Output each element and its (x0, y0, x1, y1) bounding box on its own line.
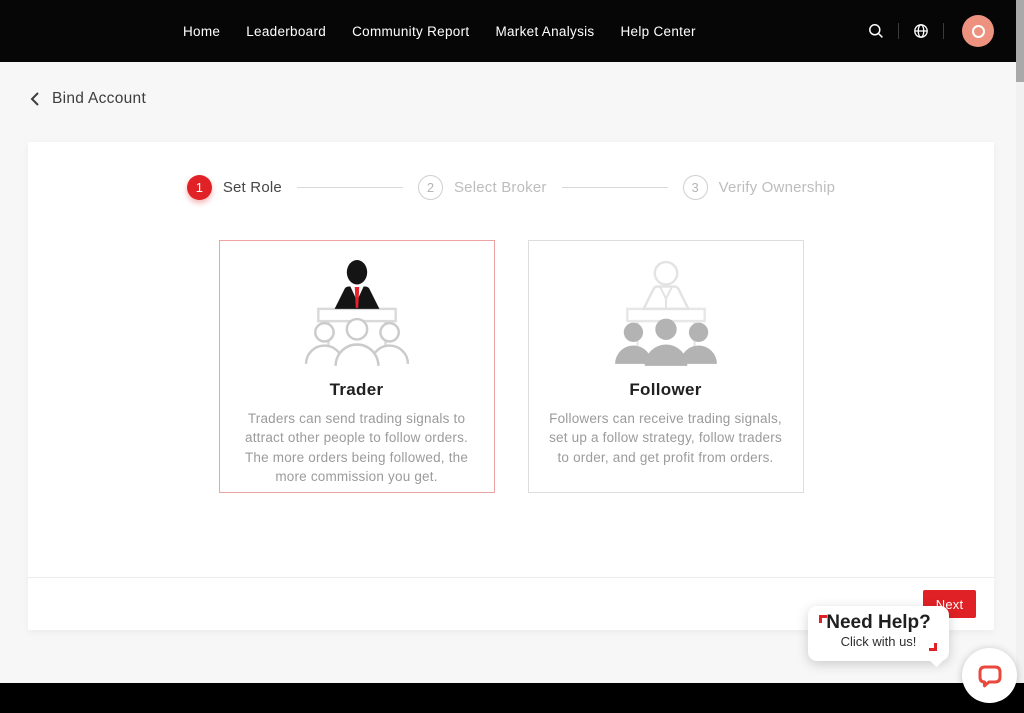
step-2-label: Select Broker (454, 179, 547, 196)
help-title: Need Help? (808, 612, 949, 634)
step-1-label: Set Role (223, 179, 282, 196)
search-icon[interactable] (864, 19, 888, 43)
step-1-circle: 1 (187, 175, 212, 200)
help-subtitle: Click with us! (808, 634, 949, 649)
follower-audience-icon (606, 258, 726, 372)
nav-item-help-center[interactable]: Help Center (620, 24, 695, 39)
back-breadcrumb[interactable]: Bind Account (30, 90, 146, 108)
step-2-circle: 2 (418, 175, 443, 200)
step-verify-ownership: 3 Verify Ownership (683, 175, 836, 200)
role-desc-trader: Traders can send trading signals to attr… (238, 409, 476, 487)
card-footer-divider (28, 577, 994, 578)
user-avatar[interactable] (962, 15, 994, 47)
corner-bracket-icon (819, 615, 827, 623)
nav-item-home[interactable]: Home (183, 24, 220, 39)
role-card-follower[interactable]: Follower Followers can receive trading s… (528, 240, 804, 493)
topbar-right-controls (864, 15, 994, 47)
scrollbar-track[interactable] (1016, 0, 1024, 683)
nav-item-market-analysis[interactable]: Market Analysis (495, 24, 594, 39)
step-connector (562, 187, 668, 188)
corner-bracket-icon (929, 643, 937, 651)
page-title: Bind Account (52, 90, 146, 108)
nav-item-community-report[interactable]: Community Report (352, 24, 469, 39)
role-card-trader[interactable]: Trader Traders can send trading signals … (219, 240, 495, 493)
main-nav: Home Leaderboard Community Report Market… (183, 24, 696, 39)
divider (898, 23, 899, 39)
stepper: 1 Set Role 2 Select Broker 3 Verify Owne… (28, 175, 994, 200)
trader-podium-icon (297, 258, 417, 372)
divider (943, 23, 944, 39)
top-nav-bar: Home Leaderboard Community Report Market… (0, 0, 1016, 62)
role-title-trader: Trader (330, 380, 384, 400)
role-desc-follower: Followers can receive trading signals, s… (547, 409, 785, 467)
role-options: Trader Traders can send trading signals … (28, 240, 994, 493)
step-select-broker: 2 Select Broker (418, 175, 547, 200)
live-chat-button[interactable] (962, 648, 1017, 703)
need-help-tooltip[interactable]: Need Help? Click with us! (808, 606, 949, 661)
step-set-role: 1 Set Role (187, 175, 282, 200)
chat-bubble-icon (976, 662, 1004, 690)
step-connector (297, 187, 403, 188)
footer-bar (0, 683, 1024, 713)
globe-icon[interactable] (909, 19, 933, 43)
step-3-circle: 3 (683, 175, 708, 200)
scrollbar-thumb[interactable] (1016, 0, 1024, 82)
step-3-label: Verify Ownership (719, 179, 836, 196)
bind-account-panel: 1 Set Role 2 Select Broker 3 Verify Owne… (28, 142, 994, 630)
nav-item-leaderboard[interactable]: Leaderboard (246, 24, 326, 39)
role-title-follower: Follower (629, 380, 701, 400)
avatar-ring-glyph (972, 25, 985, 38)
tooltip-tail (929, 652, 945, 668)
chevron-left-icon (30, 91, 40, 107)
